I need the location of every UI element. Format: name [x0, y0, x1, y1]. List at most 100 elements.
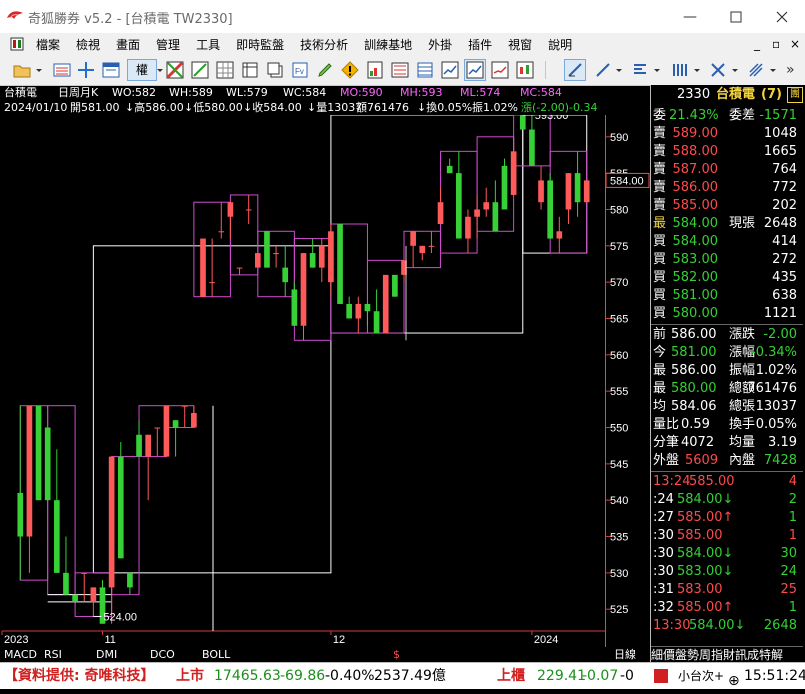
candle-body — [565, 173, 572, 210]
mdi-close-button[interactable]: × — [790, 37, 800, 51]
menu-item-5[interactable]: 即時監盤 — [236, 36, 284, 53]
candlestick-icon[interactable] — [515, 60, 535, 80]
menu-item-2[interactable]: 畫面 — [116, 36, 140, 53]
menu-item-6[interactable]: 技術分析 — [300, 36, 348, 53]
stat-value-1: 580.00 — [671, 381, 717, 396]
tick-qty: 1 — [788, 528, 797, 543]
columns-icon[interactable] — [670, 60, 690, 80]
edit-icon[interactable] — [315, 60, 335, 80]
status-bar: 【資料提供: 奇唯科技】 上市 17465.63 -69.86 -0.40% 2… — [0, 662, 805, 689]
dropdown-icon[interactable] — [768, 60, 778, 80]
stat-value-2: 0.05% — [755, 417, 797, 432]
bids-price: 584.00 — [672, 234, 719, 249]
open-folder-icon[interactable] — [12, 60, 32, 80]
dropdown-icon[interactable] — [692, 60, 702, 80]
clock-icon: ⊕ — [728, 673, 740, 689]
quote-summary-row: 委 21.43% 委差 -1571 — [651, 107, 803, 125]
amount-value: 額761476 — [356, 101, 409, 114]
candle-body — [583, 180, 590, 203]
menu-item-3[interactable]: 管理 — [156, 36, 180, 53]
indicator-tab-dco[interactable]: DCO — [150, 647, 175, 662]
dropdown-icon[interactable] — [652, 60, 662, 80]
stat-label-2: 漲跌 — [729, 327, 756, 342]
menu-item-7[interactable]: 訓練基地 — [364, 36, 412, 53]
grid-icon[interactable] — [215, 60, 235, 80]
menu-item-0[interactable]: 檔案 — [36, 36, 60, 53]
indicator-1: WH:589 — [169, 86, 213, 99]
candle-body — [127, 572, 133, 588]
dropdown-icon[interactable] — [155, 60, 165, 80]
weights-selector[interactable]: 權 — [127, 59, 157, 81]
dropdown-icon[interactable] — [730, 60, 740, 80]
bids-price: 583.00 — [672, 252, 719, 267]
quote-panel-tabs[interactable]: 細價盤勢周指財訊成特解 — [651, 646, 803, 663]
copy-icon[interactable] — [265, 60, 285, 80]
indicator-tab-boll[interactable]: BOLL — [202, 647, 230, 662]
table-icon[interactable] — [415, 60, 435, 80]
quote-header: 2330 台積電 (7) 團 — [651, 85, 805, 105]
min-price-label: 524.00 — [103, 611, 137, 623]
line-chart-icon[interactable] — [490, 60, 510, 80]
menu-item-4[interactable]: 工具 — [196, 36, 220, 53]
line-chart-icon[interactable] — [440, 60, 460, 80]
asks-row: 賣 585.00 202 — [651, 197, 803, 215]
menu-item-11[interactable]: 說明 — [548, 36, 572, 53]
stat-value-1: 586.00 — [671, 363, 717, 378]
mdi-restore-button[interactable]: ▫ — [772, 37, 780, 51]
fw-icon[interactable]: Fv — [290, 60, 310, 80]
indicator-tab-rsi[interactable]: RSI — [44, 647, 62, 662]
indicator-6: ML:574 — [460, 86, 501, 99]
dropdown-icon[interactable] — [33, 60, 45, 80]
bids-label: 買 — [653, 306, 667, 321]
last-trade-row: 最 584.00 現張 2648 — [651, 215, 803, 233]
indicator-0: WO:582 — [112, 86, 157, 99]
indicator-tab-dmi[interactable]: DMI — [96, 647, 117, 662]
candle-body — [72, 594, 78, 602]
stat-value-1: 584.06 — [671, 399, 717, 414]
menu-bar: 檔案 檢視 畫面 管理 工具 即時監盤 技術分析 訓練基地 外掛 插件 視窗 說明 _ ▫ × — [0, 33, 805, 57]
bids-price: 580.00 — [672, 306, 719, 321]
indicator-tab-macd[interactable]: MACD — [4, 647, 37, 662]
bar-chart-icon[interactable] — [390, 60, 410, 80]
line-chart-icon[interactable] — [464, 59, 486, 81]
calendar-icon[interactable] — [101, 60, 121, 80]
stat-value-2: 1.02% — [755, 363, 797, 378]
menu-item-10[interactable]: 視窗 — [508, 36, 532, 53]
crosshair-icon[interactable] — [76, 60, 96, 80]
close-button[interactable] — [759, 0, 805, 33]
menu-item-8[interactable]: 外掛 — [428, 36, 452, 53]
color-box-icon[interactable] — [165, 60, 185, 80]
table-icon[interactable] — [240, 60, 260, 80]
list-icon[interactable] — [52, 60, 72, 80]
otc-change: -0.07 — [582, 668, 619, 684]
bids-price: 582.00 — [672, 270, 719, 285]
group-flag-icon[interactable]: 團 — [787, 87, 803, 103]
line-icon[interactable] — [593, 60, 613, 80]
listed-pct: -0.40% — [325, 668, 375, 684]
candlestick-chart[interactable]: 5905855805755705655605555505455405355305… — [0, 115, 650, 647]
mdi-minimize-button[interactable]: _ — [754, 37, 760, 51]
maximize-button[interactable] — [713, 0, 759, 33]
draw-tool-icon[interactable] — [564, 59, 586, 81]
dropdown-icon[interactable] — [614, 60, 624, 80]
more-icon[interactable]: » — [786, 60, 800, 80]
warning-icon[interactable] — [340, 60, 360, 80]
last-price: 584.00 — [672, 216, 719, 231]
stock-name: 台積電 — [4, 86, 37, 99]
pitchfork-icon[interactable] — [746, 60, 766, 80]
crosshair-icon[interactable] — [708, 60, 728, 80]
asks-row: 賣 587.00 764 — [651, 161, 803, 179]
menu-item-9[interactable]: 插件 — [468, 36, 492, 53]
tick-price: 583.00↓ — [677, 564, 734, 579]
text-icon[interactable] — [630, 60, 650, 80]
bids-label: 買 — [653, 288, 667, 303]
summary-value-1: 21.43% — [669, 108, 719, 123]
report-icon[interactable] — [365, 60, 385, 80]
stat-value-1: 0.59 — [681, 417, 710, 432]
menu-item-1[interactable]: 檢視 — [76, 36, 100, 53]
candle-body — [81, 572, 88, 574]
minimize-button[interactable]: — — [667, 0, 713, 33]
tick-row: :30 583.00↓ 24 — [651, 563, 803, 581]
asks-qty: 1665 — [763, 144, 797, 159]
grid-box-icon[interactable] — [190, 60, 210, 80]
